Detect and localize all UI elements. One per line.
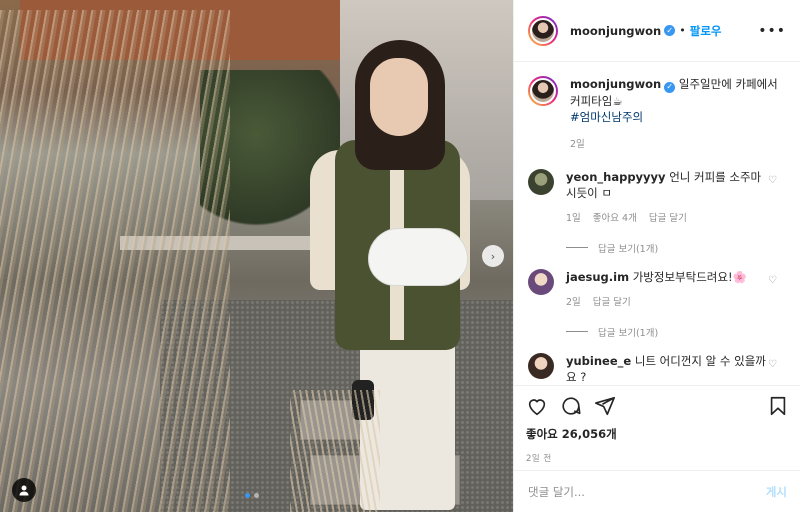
- post-time: 2일 전: [526, 454, 552, 464]
- follow-button[interactable]: 팔로우: [690, 23, 722, 39]
- separator-dot: •: [679, 24, 686, 37]
- caption-username[interactable]: moonjungwon: [570, 77, 661, 91]
- action-bar: 좋아요 26,056개 2일 전: [514, 385, 800, 477]
- comment-likes[interactable]: 좋아요 4개: [593, 211, 637, 227]
- add-comment-bar: 댓글 달기... 게시: [514, 470, 800, 512]
- post-photo[interactable]: ›: [0, 0, 513, 512]
- verified-icon: ✓: [664, 25, 676, 36]
- carousel-dot-active: [245, 493, 250, 498]
- heart-icon[interactable]: ♡: [768, 175, 777, 186]
- avatar[interactable]: [528, 352, 554, 379]
- carousel-dot: [254, 493, 259, 498]
- comment-username[interactable]: jaesug.im: [566, 270, 629, 284]
- heart-icon[interactable]: [526, 395, 548, 417]
- likes-count[interactable]: 좋아요 26,056개: [526, 426, 789, 442]
- avatar[interactable]: [528, 15, 558, 46]
- comment-item: yeon_happyyyy 언니 커피를 소주마시듯이 ㅁ 1일 좋아요 4개 …: [514, 168, 800, 227]
- comment-username[interactable]: yubinee_e: [566, 354, 631, 368]
- comment-icon[interactable]: [560, 395, 582, 417]
- view-replies-label: 답글 보기(1개): [598, 327, 659, 339]
- comment-username[interactable]: yeon_happyyyy: [566, 170, 666, 184]
- hashtag-link[interactable]: #엄마신남주의: [570, 110, 643, 124]
- avatar[interactable]: [528, 168, 554, 195]
- post-comment-button[interactable]: 게시: [766, 484, 787, 500]
- carousel-dots: [245, 493, 259, 498]
- avatar[interactable]: [528, 268, 554, 295]
- caption: moonjungwon ✓ 일주일만에 카페에서 커피타임☕ #엄마신남주의 2일: [514, 62, 800, 153]
- divider: [566, 247, 588, 248]
- share-icon[interactable]: [594, 395, 616, 417]
- comments-list[interactable]: moonjungwon ✓ 일주일만에 카페에서 커피타임☕ #엄마신남주의 2일…: [514, 62, 800, 385]
- username[interactable]: moonjungwon: [570, 24, 661, 38]
- post-panel: moonjungwon ✓ • 팔로우 ••• moonjungwon ✓ 일주일…: [513, 0, 800, 512]
- reply-button[interactable]: 답글 달기: [649, 211, 687, 227]
- more-options-icon[interactable]: •••: [758, 23, 786, 39]
- divider: [566, 331, 588, 332]
- view-replies-button[interactable]: 답글 보기(1개): [566, 325, 800, 339]
- white-bag: [368, 228, 468, 286]
- pampas-grass: [290, 390, 380, 512]
- view-replies-label: 답글 보기(1개): [598, 243, 659, 255]
- comment-input[interactable]: 댓글 달기...: [528, 484, 585, 500]
- comment-item: jaesug.im 가방정보부탁드려요!🌸 2일 답글 달기 ♡: [514, 268, 800, 311]
- pampas-grass: [0, 10, 230, 512]
- heart-icon[interactable]: ♡: [768, 359, 777, 370]
- verified-icon: ✓: [664, 81, 676, 93]
- user-tag-icon[interactable]: [12, 478, 36, 502]
- comment-time: 1일: [566, 212, 581, 224]
- view-replies-button[interactable]: 답글 보기(1개): [566, 241, 800, 255]
- heart-icon[interactable]: ♡: [768, 275, 777, 286]
- chevron-right-icon[interactable]: ›: [482, 245, 504, 267]
- bookmark-icon[interactable]: [767, 395, 789, 417]
- comment-text: 가방정보부탁드려요!🌸: [632, 269, 747, 284]
- caption-time: 2일: [570, 138, 585, 150]
- reply-button[interactable]: 답글 달기: [593, 295, 631, 311]
- comment-time: 2일: [566, 296, 581, 308]
- post-header: moonjungwon ✓ • 팔로우 •••: [514, 0, 800, 62]
- avatar[interactable]: [528, 76, 558, 106]
- comment-item: yubinee_e 니트 어디껀지 알 수 있을까요 ? ♡: [514, 352, 800, 385]
